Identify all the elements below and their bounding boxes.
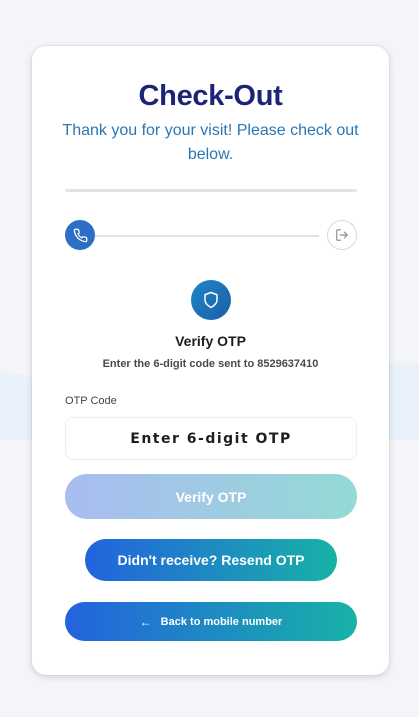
- verify-otp-heading: Verify OTP: [175, 333, 246, 349]
- step-phone: [65, 220, 95, 250]
- checkout-card: Check-Out Thank you for your visit! Plea…: [32, 46, 389, 675]
- logout-icon: [336, 229, 348, 241]
- verify-otp-button-label: Verify OTP: [175, 488, 247, 505]
- resend-otp-button[interactable]: Didn't receive? Resend OTP: [85, 539, 337, 581]
- page-title: Check-Out: [138, 80, 283, 112]
- verify-otp-button[interactable]: Verify OTP: [65, 474, 357, 519]
- page-subtitle: Thank you for your visit! Please check o…: [62, 122, 359, 163]
- progress-line: [95, 235, 319, 237]
- otp-field-label: OTP Code: [65, 395, 117, 407]
- otp-input[interactable]: [65, 417, 357, 460]
- shield-icon: [204, 291, 218, 309]
- phone-icon: [73, 228, 87, 242]
- resend-otp-button-label: Didn't receive? Resend OTP: [117, 552, 305, 568]
- shield-badge: [191, 280, 231, 320]
- step-checkout: [327, 220, 357, 250]
- back-to-mobile-button-label: Back to mobile number: [160, 615, 283, 628]
- arrow-left-icon: ←: [139, 614, 152, 629]
- verify-otp-instruction: Enter the 6-digit code sent to 852963741…: [102, 358, 319, 370]
- divider: [65, 189, 357, 192]
- back-to-mobile-button[interactable]: ← Back to mobile number: [65, 602, 357, 641]
